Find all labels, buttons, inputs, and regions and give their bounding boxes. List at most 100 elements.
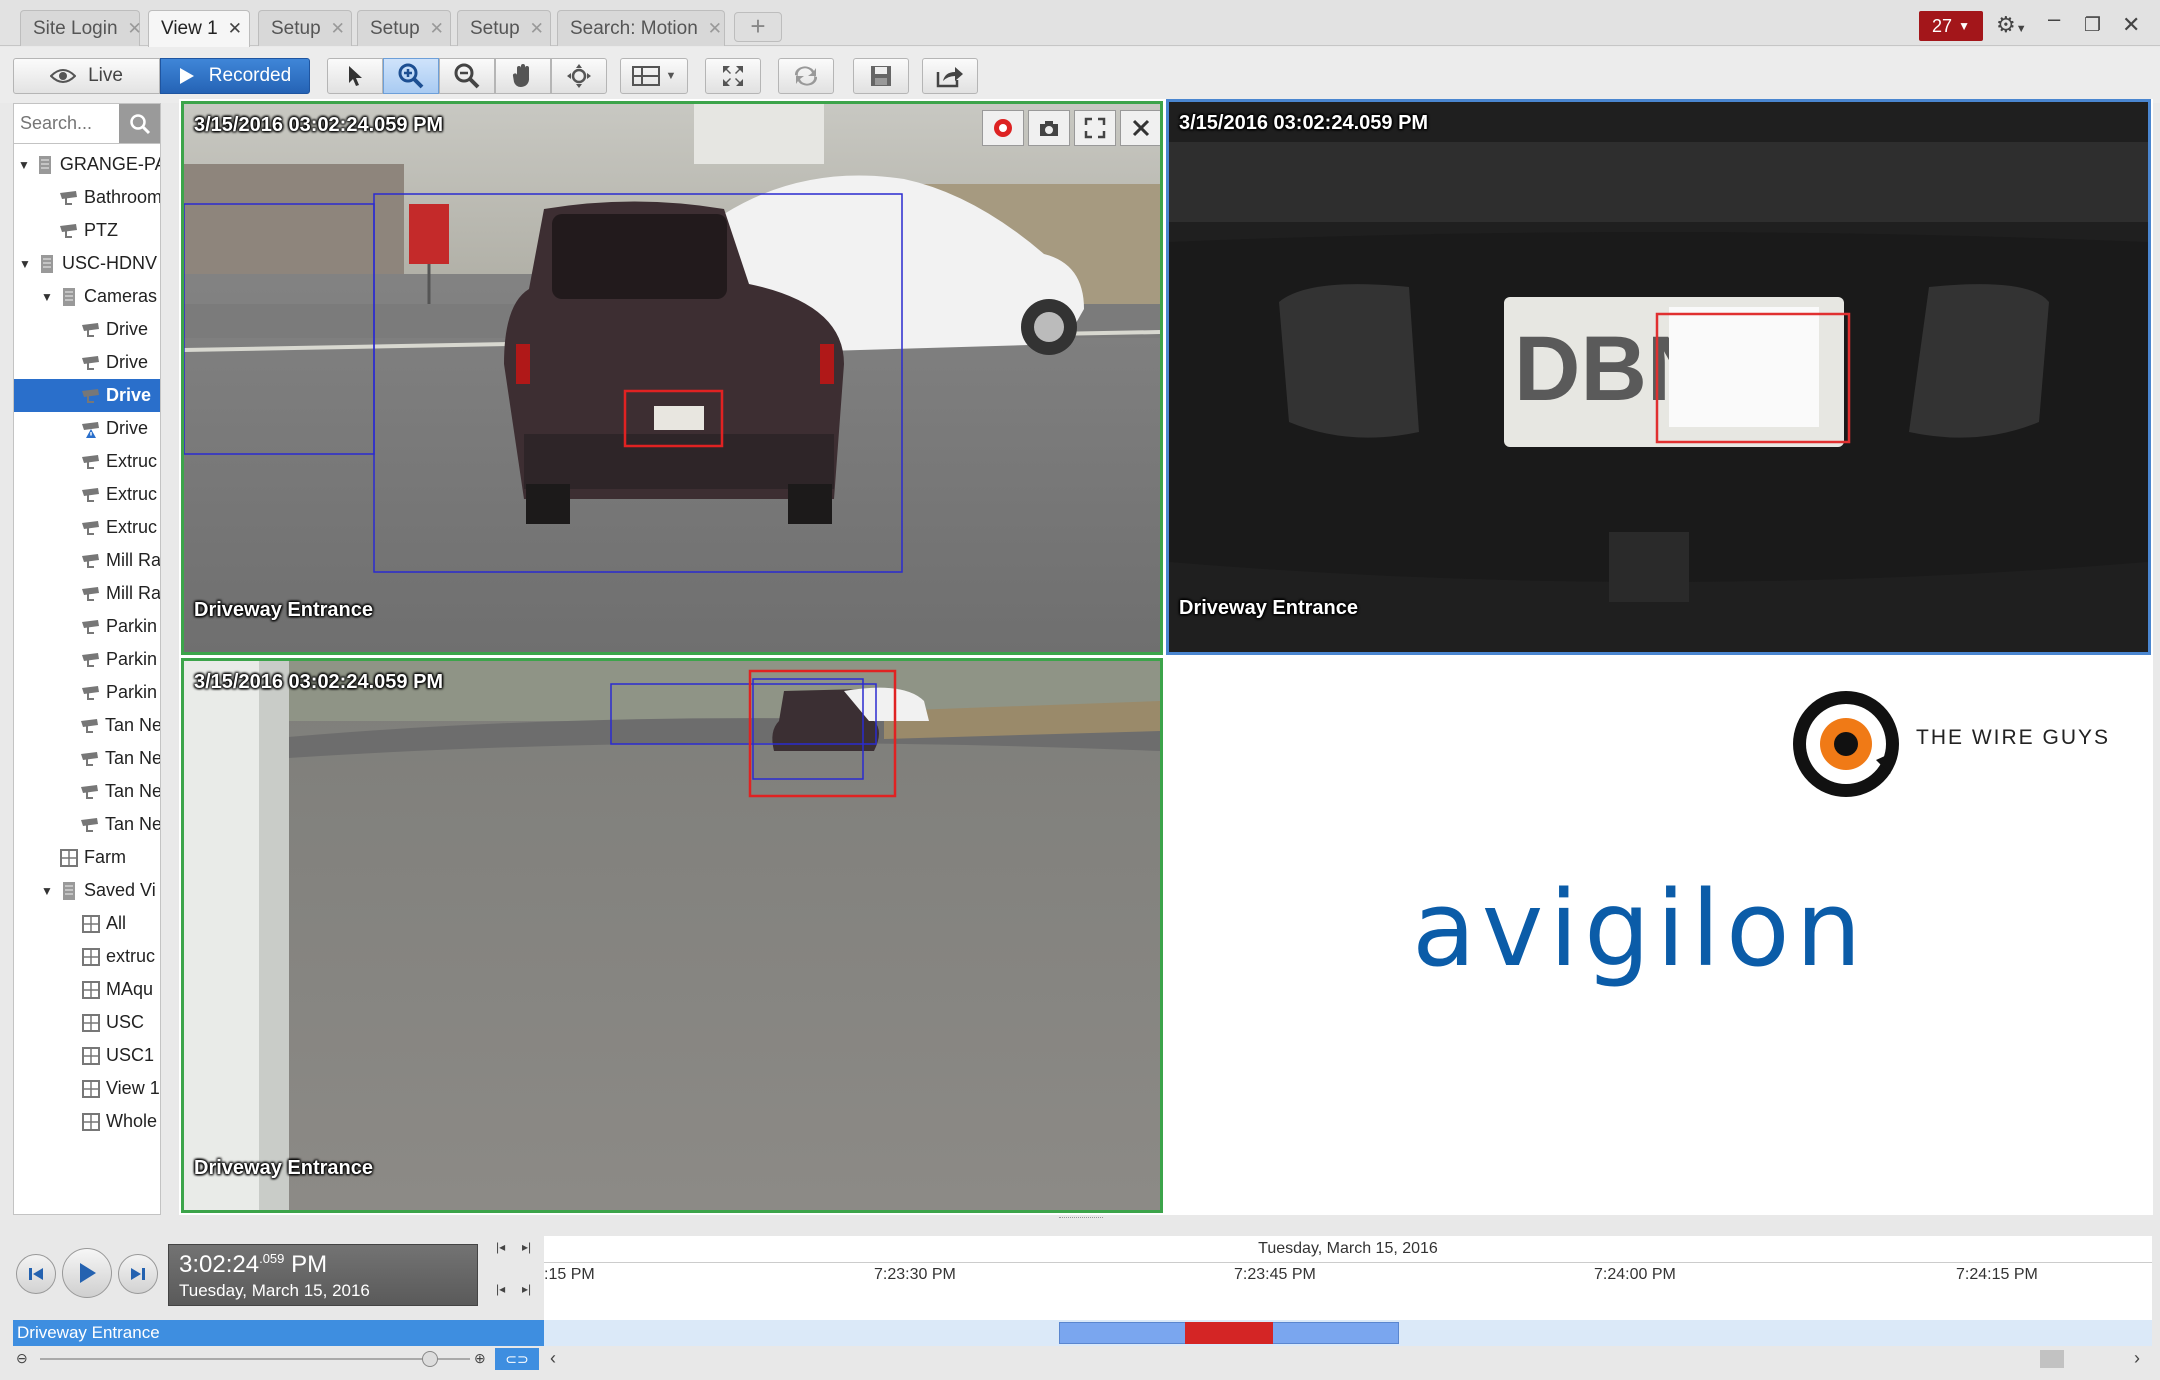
zoom-in-icon[interactable]: ⊕	[474, 1350, 486, 1367]
close-icon[interactable]: ✕	[708, 19, 722, 39]
tree-item[interactable]: extruc	[14, 940, 160, 973]
close-icon[interactable]: ✕	[530, 19, 544, 39]
tab-search-motion[interactable]: Search: Motion ✕	[557, 10, 725, 46]
tree-item-label: Drive	[106, 385, 152, 405]
scrollbar-thumb[interactable]	[2040, 1350, 2064, 1368]
skip-end-button[interactable]: ▸|	[522, 1282, 531, 1296]
tab-setup-1[interactable]: Setup ✕	[258, 10, 352, 46]
tab-setup-3[interactable]: Setup ✕	[457, 10, 551, 46]
tree-item[interactable]: Drive	[14, 346, 160, 379]
zoom-out-tool-button[interactable]	[439, 58, 495, 94]
gear-icon[interactable]: ⚙▼	[1996, 12, 2027, 38]
pan-tool-button[interactable]	[495, 58, 551, 94]
track-label[interactable]: Driveway Entrance	[13, 1320, 544, 1346]
timeline-scrollbar[interactable]	[570, 1350, 2130, 1368]
maximize-tile-button[interactable]	[1074, 110, 1116, 146]
tree-item[interactable]: Tan Ne	[14, 742, 160, 775]
scroll-right-icon[interactable]: ›	[2134, 1348, 2140, 1369]
expand-arrow-icon[interactable]: ▼	[40, 290, 54, 304]
tree-item[interactable]: ▼ Saved Vi	[14, 874, 160, 907]
tree-item[interactable]: Parkin	[14, 643, 160, 676]
tree-item-label: Parkin	[106, 682, 158, 702]
tree-item[interactable]: ▼ Cameras	[14, 280, 160, 313]
play-button[interactable]	[62, 1248, 112, 1298]
tree-item[interactable]: ▼ USC-HDNV	[14, 247, 160, 280]
tree-item[interactable]: ▼ GRANGE-PA	[14, 148, 160, 181]
layout-button[interactable]: ▼	[620, 58, 688, 94]
zoom-slider-handle[interactable]	[422, 1351, 438, 1367]
tree-item[interactable]: Parkin	[14, 610, 160, 643]
sync-button[interactable]	[778, 58, 834, 94]
tree-item[interactable]: All	[14, 907, 160, 940]
video-tile-2[interactable]: DBN- 3/15/2016 03:02:24.059 PM Driveway …	[1166, 99, 2151, 655]
tree-item[interactable]: Drive	[14, 313, 160, 346]
tree-item[interactable]: View 1	[14, 1072, 160, 1105]
tab-view-1[interactable]: View 1 ✕	[148, 10, 250, 47]
close-window-icon[interactable]: ✕	[2122, 12, 2140, 38]
step-forward-button[interactable]	[118, 1254, 158, 1294]
search-input[interactable]	[14, 104, 118, 143]
expand-arrow-icon[interactable]: ▼	[40, 884, 54, 898]
zoom-slider[interactable]	[40, 1351, 470, 1367]
pointer-tool-button[interactable]	[327, 58, 383, 94]
close-icon[interactable]: ✕	[331, 19, 345, 39]
scroll-left-icon[interactable]: ‹	[550, 1348, 556, 1369]
export-button[interactable]	[922, 58, 978, 94]
close-icon[interactable]: ✕	[128, 19, 142, 39]
recording-track[interactable]	[544, 1320, 2152, 1346]
zoom-out-icon[interactable]: ⊖	[16, 1350, 28, 1367]
tree-item[interactable]: Whole	[14, 1105, 160, 1138]
skip-start-button[interactable]: |◂	[496, 1282, 505, 1296]
save-button[interactable]	[853, 58, 909, 94]
expand-arrow-icon[interactable]: ▼	[18, 158, 30, 172]
tree-item[interactable]: PTZ	[14, 214, 160, 247]
close-tile-button[interactable]	[1120, 110, 1160, 146]
tree-item[interactable]: Extruc	[14, 445, 160, 478]
record-button[interactable]	[982, 110, 1024, 146]
tree-item[interactable]: USC1	[14, 1039, 160, 1072]
tree-item[interactable]: Tan Ne	[14, 808, 160, 841]
minimize-icon[interactable]: ‒	[2048, 6, 2060, 32]
camera-tree-panel: ▼ GRANGE-PA Bathroom PTZ ▼ USC-HDNV ▼ Cameras Dr…	[13, 103, 161, 1215]
add-tab-button[interactable]: +	[734, 12, 782, 42]
search-button[interactable]	[119, 104, 160, 143]
tree-item-label: Extruc	[106, 484, 158, 504]
camera-name-overlay: Driveway Entrance	[194, 1157, 373, 1179]
zoom-in-tool-button[interactable]	[383, 58, 439, 94]
skip-start-button[interactable]: |◂	[496, 1240, 505, 1254]
skip-end-button[interactable]: ▸|	[522, 1240, 531, 1254]
alarm-badge[interactable]: 27 ▼	[1919, 11, 1983, 41]
ptz-tool-button[interactable]	[551, 58, 607, 94]
restore-icon[interactable]: ❐	[2084, 14, 2101, 37]
close-icon[interactable]: ✕	[228, 19, 242, 39]
tab-setup-2[interactable]: Setup ✕	[357, 10, 451, 46]
tree-item[interactable]: Mill Ra	[14, 544, 160, 577]
tree-item[interactable]: Parkin	[14, 676, 160, 709]
live-button[interactable]: Live	[13, 58, 160, 94]
video-tile-3[interactable]: 3/15/2016 03:02:24.059 PM Driveway Entra…	[181, 658, 1163, 1213]
tree-item[interactable]: Drive	[14, 412, 160, 445]
tree-item[interactable]: Mill Ra	[14, 577, 160, 610]
tree-item[interactable]: Tan Ne	[14, 709, 160, 742]
tree-item[interactable]: USC	[14, 1006, 160, 1039]
link-sync-button[interactable]: ⊂⊃	[495, 1348, 539, 1370]
video-tile-1[interactable]: 3/15/2016 03:02:24.059 PM Driveway Entra…	[181, 101, 1163, 655]
snapshot-button[interactable]	[1028, 110, 1070, 146]
step-back-icon	[29, 1268, 43, 1280]
tab-site-login[interactable]: Site Login ✕	[20, 10, 142, 46]
recorded-button[interactable]: Recorded	[160, 58, 310, 94]
close-icon[interactable]: ✕	[430, 19, 444, 39]
step-back-button[interactable]	[16, 1254, 56, 1294]
caret-down-icon: ▼	[1958, 19, 1970, 33]
expand-arrow-icon[interactable]: ▼	[18, 257, 32, 271]
timeline-date-header: Tuesday, March 15, 2016	[1258, 1240, 1438, 1257]
fullscreen-button[interactable]	[705, 58, 761, 94]
motion-event-segment[interactable]	[1185, 1322, 1273, 1344]
tree-item[interactable]: MAqu	[14, 973, 160, 1006]
tree-item[interactable]: Extruc	[14, 478, 160, 511]
tree-item[interactable]: Drive	[14, 379, 160, 412]
tree-item[interactable]: Farm	[14, 841, 160, 874]
tree-item[interactable]: Bathroom	[14, 181, 160, 214]
tree-item[interactable]: Tan Ne	[14, 775, 160, 808]
tree-item[interactable]: Extruc	[14, 511, 160, 544]
